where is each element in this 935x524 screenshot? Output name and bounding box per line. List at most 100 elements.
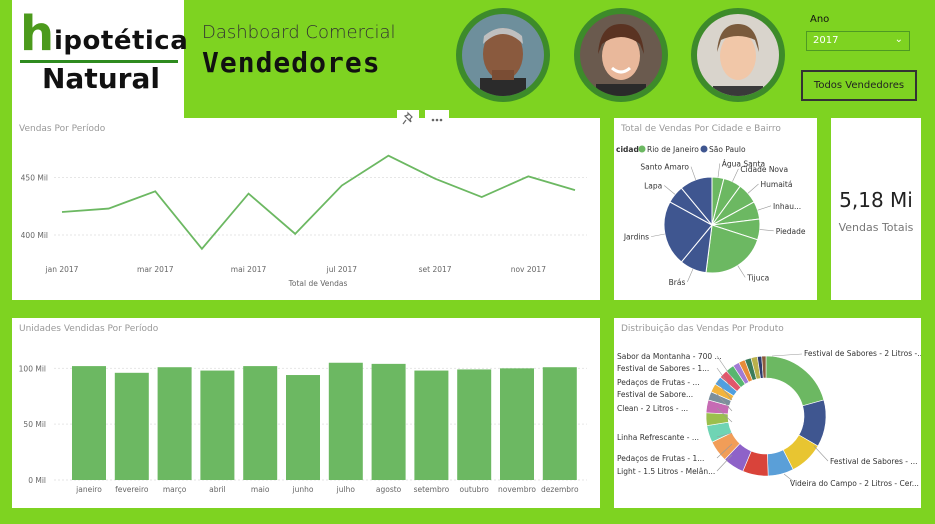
legend-marker <box>638 145 646 153</box>
chevron-down-icon: ⌄ <box>894 34 903 45</box>
year-filter-dropdown[interactable]: 2017 ⌄ <box>806 31 910 51</box>
product-donut-chart: Sabor da Montanha - 700 ... Festival de S… <box>617 349 924 488</box>
slice-label: Inhau... <box>773 202 801 211</box>
leader-line <box>651 233 665 237</box>
legend-label: São Paulo <box>709 145 746 154</box>
all-sellers-button[interactable]: Todos Vendedores <box>801 70 917 101</box>
leader-line <box>757 205 772 211</box>
seller-avatar-3[interactable] <box>691 8 785 102</box>
x-tick-label: dezembro <box>541 485 579 494</box>
x-tick-label: jul 2017 <box>326 265 358 274</box>
x-tick-label: mai 2017 <box>231 265 267 274</box>
kpi-value: 5,18 Mi <box>839 188 913 212</box>
x-tick-label: nov 2017 <box>511 265 546 274</box>
bar <box>200 370 235 480</box>
x-tick-label: abril <box>209 485 226 494</box>
x-tick-label: março <box>163 485 187 494</box>
x-tick-label: set 2017 <box>419 265 452 274</box>
legend-marker <box>700 145 708 153</box>
slice-label: Santo Amaro <box>640 163 689 172</box>
bar <box>414 370 449 480</box>
seller-avatar-1[interactable] <box>456 8 550 102</box>
avatar-photo <box>462 14 544 96</box>
chart-title: Vendas Por Período <box>19 124 106 134</box>
leader-line <box>759 229 774 232</box>
sales-by-period-card: Vendas Por Período 450 Mil 400 Mil jan 201… <box>12 118 600 300</box>
leader-line <box>737 265 746 278</box>
y-tick-label: 100 Mil <box>19 364 46 373</box>
slice-label: Humaitá <box>761 180 793 189</box>
logo-line1: ipotética <box>54 26 189 56</box>
bar <box>457 369 492 480</box>
bar <box>243 366 278 480</box>
chart-title: Total de Vendas Por Cidade e Bairro <box>621 124 781 134</box>
pin-icon[interactable] <box>397 110 419 128</box>
chart-title: Distribuição das Vendas Por Produto <box>621 324 784 334</box>
slice-label: Piedade <box>776 227 806 236</box>
units-bar-chart: 100 Mil 50 Mil 0 Mil janeiro fevereiro março a… <box>19 362 587 494</box>
more-options-icon[interactable] <box>425 110 449 128</box>
x-tick-label: novembro <box>498 485 536 494</box>
x-tick-label: maio <box>251 485 270 494</box>
leader-line <box>747 183 759 194</box>
x-tick-label: fevereiro <box>115 485 149 494</box>
slice-label: Light - 1.5 Litros - Melân... <box>617 467 715 476</box>
x-axis-title: Total de Vendas <box>288 279 348 288</box>
seller-avatar-2[interactable] <box>574 8 668 102</box>
x-tick-label: mar 2017 <box>137 265 174 274</box>
leader-line <box>690 166 697 180</box>
slice-label: Festival de Sabore... <box>617 390 693 399</box>
slice-label: Pedaços de Frutas - 1... <box>617 454 704 463</box>
slice-label: Lapa <box>644 181 662 190</box>
x-tick-label: agosto <box>376 485 402 494</box>
leader-line <box>783 473 795 483</box>
donut-slice <box>765 355 825 407</box>
total-sales-kpi-card: 5,18 Mi Vendas Totais <box>831 118 921 300</box>
y-tick-label: 0 Mil <box>28 476 46 485</box>
slice-label: Clean - 2 Litros - ... <box>617 404 688 413</box>
page-title: Vendedores <box>202 46 381 79</box>
logo-letter-h: h <box>20 6 55 62</box>
bar <box>500 368 534 480</box>
y-tick-label: 50 Mil <box>23 420 46 429</box>
slice-label: Cidade Nova <box>740 165 788 174</box>
x-tick-label: julho <box>336 485 356 494</box>
avatar-photo <box>580 14 662 96</box>
bar <box>328 362 363 480</box>
bar <box>72 366 106 480</box>
units-by-period-card: Unidades Vendidas Por Período 100 Mil 50 … <box>12 318 600 508</box>
year-filter-value: 2017 <box>813 35 839 46</box>
x-tick-label: jan 2017 <box>45 265 79 274</box>
leader-line <box>813 445 829 462</box>
chart-title: Unidades Vendidas Por Período <box>19 324 159 334</box>
x-tick-label: junho <box>292 485 314 494</box>
slice-label: Festival de Sabores - ... <box>830 457 917 466</box>
y-tick-label: 400 Mil <box>21 231 48 240</box>
year-filter-label: Ano <box>810 14 830 25</box>
slice-label: Brás <box>669 278 686 287</box>
bar <box>114 372 149 480</box>
slice-label: Videira do Campo - 2 Litros - Cer... <box>790 479 919 488</box>
leader-line <box>732 168 739 182</box>
company-logo: h ipotética Natural <box>12 0 188 118</box>
slice-label: Linha Refrescante - ... <box>617 433 699 442</box>
product-distribution-card: Distribuição das Vendas Por Produto Sabo… <box>614 318 924 508</box>
bar <box>371 363 406 480</box>
y-tick-label: 450 Mil <box>21 174 48 183</box>
leader-line <box>717 163 721 178</box>
x-tick-label: janeiro <box>75 485 102 494</box>
leader-line <box>687 268 694 283</box>
slice-label: Festival de Sabores - 2 Litros -... <box>804 349 921 358</box>
leader-line <box>664 185 676 195</box>
logo-line2: Natural <box>42 62 160 95</box>
dashboard-title: Dashboard Comercial <box>202 22 396 43</box>
kpi-label: Vendas Totais <box>838 221 914 234</box>
sales-line-chart: 450 Mil 400 Mil jan 2017 mar 2017 mai 2017 ju… <box>21 154 587 288</box>
sales-by-city-card: Total de Vendas Por Cidade e Bairro cida… <box>614 118 817 300</box>
city-pie-chart: cidade Rio de Janeiro São PauloÁgua SantaC… <box>616 145 806 287</box>
slice-label: Sabor da Montanha - 700 ... <box>617 352 722 361</box>
bar <box>286 375 320 480</box>
slice-label: Pedaços de Frutas - ... <box>617 378 700 387</box>
slice-label: Jardins <box>623 233 649 242</box>
bar <box>542 367 577 480</box>
